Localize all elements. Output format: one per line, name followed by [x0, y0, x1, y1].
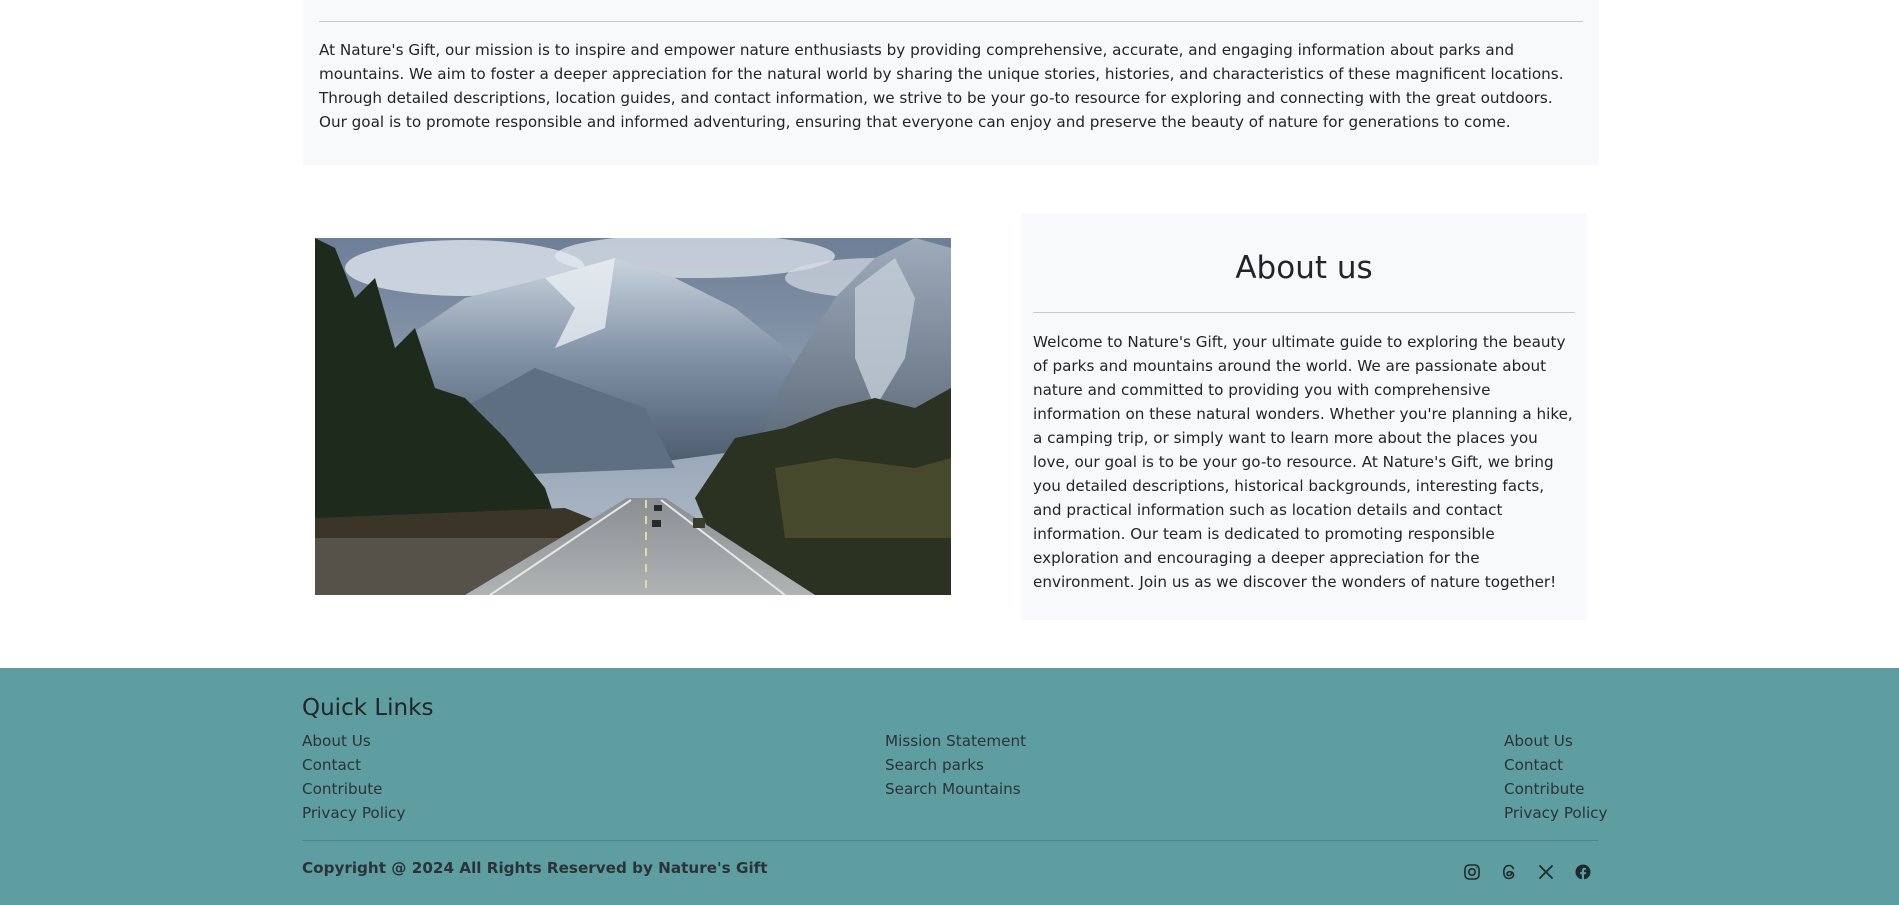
footer-link-contribute[interactable]: Contribute: [302, 777, 406, 801]
instagram-icon[interactable]: [1462, 862, 1482, 882]
footer-links-column-1: About Us Contact Contribute Privacy Poli…: [302, 729, 406, 825]
footer-link-privacy-policy[interactable]: Privacy Policy: [302, 801, 406, 825]
mission-divider: [319, 21, 1583, 22]
x-icon[interactable]: [1536, 862, 1556, 882]
mission-section: At Nature's Gift, our mission is to insp…: [303, 0, 1599, 165]
footer-link-mission-statement[interactable]: Mission Statement: [885, 729, 1026, 753]
footer-link-search-parks[interactable]: Search parks: [885, 753, 1026, 777]
about-section: About us Welcome to Nature's Gift, your …: [1021, 214, 1587, 620]
footer-links-column-3: About Us Contact Contribute Privacy Poli…: [1504, 729, 1608, 825]
footer-link-contribute[interactable]: Contribute: [1504, 777, 1608, 801]
about-text: Welcome to Nature's Gift, your ultimate …: [1033, 333, 1573, 591]
footer-link-contact[interactable]: Contact: [1504, 753, 1608, 777]
footer-divider: [302, 840, 1598, 841]
social-links: [1462, 862, 1593, 886]
footer-links-column-2: Mission Statement Search parks Search Mo…: [885, 729, 1026, 801]
about-title: About us: [1235, 250, 1373, 286]
footer: Quick Links About Us Contact Contribute …: [0, 668, 1899, 905]
footer-link-about-us[interactable]: About Us: [1504, 729, 1608, 753]
mission-text: At Nature's Gift, our mission is to insp…: [319, 41, 1564, 131]
mountain-road-image: [315, 238, 951, 595]
quick-links-title: Quick Links: [302, 695, 434, 721]
footer-link-contact[interactable]: Contact: [302, 753, 406, 777]
facebook-icon[interactable]: [1573, 862, 1593, 882]
footer-link-about-us[interactable]: About Us: [302, 729, 406, 753]
copyright-text: Copyright @ 2024 All Rights Reserved by …: [302, 859, 768, 877]
footer-link-privacy-policy[interactable]: Privacy Policy: [1504, 801, 1608, 825]
threads-icon[interactable]: [1499, 862, 1519, 882]
about-divider: [1033, 312, 1575, 313]
footer-link-search-mountains[interactable]: Search Mountains: [885, 777, 1026, 801]
